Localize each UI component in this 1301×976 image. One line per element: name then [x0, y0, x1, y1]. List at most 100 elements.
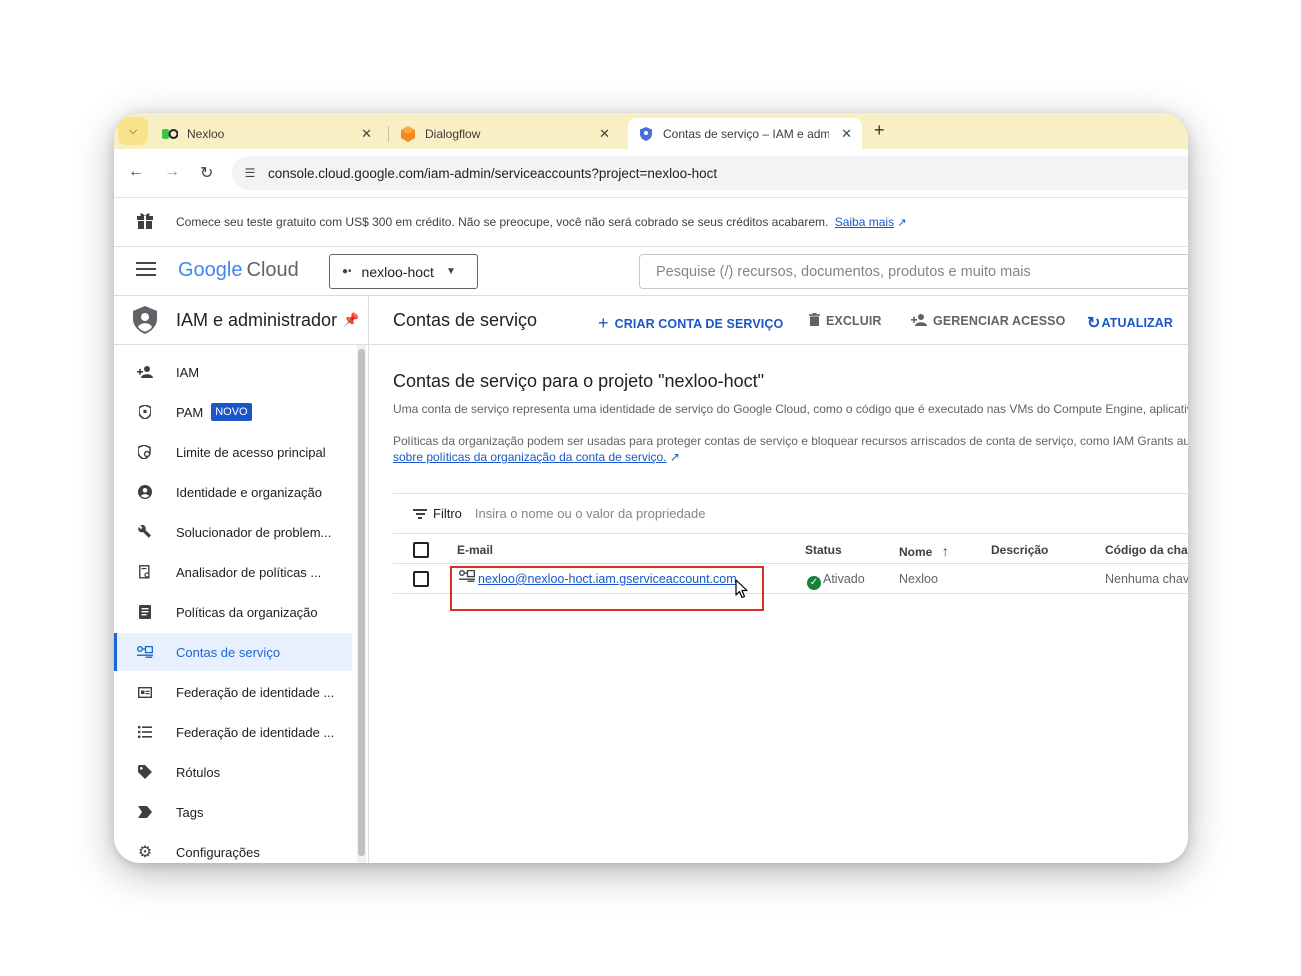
tab-nexloo[interactable]: Nexloo ✕	[158, 118, 384, 149]
trash-icon	[809, 313, 820, 329]
sidebar-item-service-accounts[interactable]: Contas de serviço	[114, 633, 352, 671]
account-circle-icon	[114, 485, 176, 499]
sidebar-nav: IAM PAM NOVO Limite de acesso principal …	[114, 345, 368, 863]
select-all-checkbox[interactable]	[413, 542, 429, 558]
site-settings-icon[interactable]: ☰	[232, 166, 268, 180]
sidebar-item-tags[interactable]: Tags	[114, 793, 352, 831]
logo-google-text: Google	[178, 259, 243, 281]
sidebar-item-label: Tags	[176, 804, 204, 820]
refresh-button[interactable]: ↻ ATUALIZAR	[1087, 313, 1173, 333]
id-card-icon	[114, 686, 176, 698]
create-service-account-button[interactable]: + CRIAR CONTA DE SERVIÇO	[598, 313, 783, 334]
service-account-icon	[114, 646, 176, 658]
sidebar-header: IAM e administrador 📌	[114, 296, 368, 345]
arrow-right-icon: →	[164, 163, 180, 180]
check-circle-icon: ✓	[807, 576, 821, 590]
plus-icon: +	[874, 120, 885, 140]
sidebar-scroll-thumb[interactable]	[358, 349, 365, 856]
tab-dialogflow[interactable]: Dialogflow ✕	[394, 118, 622, 149]
sidebar-item-settings[interactable]: ⚙ Configurações	[114, 833, 352, 863]
key-id-cell: Nenhuma chav	[1105, 572, 1188, 586]
sidebar-item-troubleshooter[interactable]: Solucionador de problem...	[114, 513, 352, 551]
menu-icon[interactable]	[136, 262, 156, 280]
reload-button[interactable]: ↻	[200, 163, 213, 183]
close-icon[interactable]: ✕	[599, 126, 610, 142]
logo-cloud-text: Cloud	[246, 259, 299, 281]
sidebar-item-label: Configurações	[176, 844, 260, 860]
gift-icon	[114, 211, 176, 234]
column-status[interactable]: Status	[805, 543, 842, 557]
forward-button[interactable]: →	[164, 163, 180, 181]
external-link-icon: ↗	[669, 450, 680, 464]
iam-shield-icon	[114, 306, 176, 334]
action-label: CRIAR CONTA DE SERVIÇO	[614, 316, 784, 331]
google-cloud-logo[interactable]: Google Cloud	[178, 259, 299, 282]
project-picker[interactable]: ●• nexloo-hoct ▼	[329, 254, 478, 289]
sidebar-item-label: Federação de identidade ...	[176, 684, 335, 700]
plus-icon: +	[598, 313, 609, 333]
sidebar-item-workload-identity-federation[interactable]: Federação de identidade ...	[114, 673, 352, 711]
person-add-icon	[911, 313, 927, 329]
banner-text: Comece seu teste gratuito com US$ 300 em…	[176, 215, 829, 229]
sidebar-item-label: IAM	[176, 364, 200, 380]
label-icon	[114, 765, 176, 779]
filter-label: Filtro	[433, 506, 462, 521]
close-icon[interactable]: ✕	[361, 126, 372, 142]
filter-input[interactable]: Insira o nome ou o valor da propriedade	[475, 506, 706, 521]
tab-title: Dialogflow	[425, 126, 481, 141]
sidebar-item-org-policies[interactable]: Políticas da organização	[114, 593, 352, 631]
sidebar-item-identity-organization[interactable]: Identidade e organização	[114, 473, 352, 511]
sidebar-item-policy-analyzer[interactable]: Analisador de políticas ...	[114, 553, 352, 591]
project-name: nexloo-hoct	[361, 263, 434, 280]
sidebar-item-label: Analisador de políticas ...	[176, 564, 322, 580]
tab-search-button[interactable]: ⌵	[118, 117, 148, 145]
row-checkbox[interactable]	[413, 571, 429, 587]
reload-icon: ↻	[200, 165, 214, 182]
pin-icon[interactable]: 📌	[343, 312, 359, 328]
shield-icon	[638, 126, 654, 142]
section-heading: Contas de serviço para o projeto "nexloo…	[393, 371, 764, 391]
column-email[interactable]: E-mail	[457, 543, 493, 557]
delete-button[interactable]: EXCLUIR	[809, 313, 882, 329]
sidebar-item-labels[interactable]: Rótulos	[114, 753, 352, 791]
sidebar-item-label: Federação de identidade ...	[176, 724, 335, 740]
filter-bar[interactable]: Filtro Insira o nome ou o valor da propr…	[393, 493, 1188, 534]
sidebar-item-label: Solucionador de problem...	[176, 524, 332, 540]
list-icon	[114, 726, 176, 738]
url-text: console.cloud.google.com/iam-admin/servi…	[268, 165, 718, 181]
manage-access-button[interactable]: GERENCIAR ACESSO	[911, 313, 1065, 329]
dialogflow-icon	[400, 125, 416, 142]
close-icon[interactable]: ✕	[841, 126, 852, 142]
page-background: ⌵ Nexloo ✕ Dialogflow ✕ Contas de serviç…	[0, 0, 1301, 976]
page-title: Contas de serviço	[393, 310, 538, 330]
back-button[interactable]: ←	[128, 163, 144, 181]
external-link-icon: ↗	[897, 217, 907, 229]
search-input[interactable]: Pesquise (/) recursos, documentos, produ…	[639, 254, 1188, 289]
page-action-bar: Contas de serviço + CRIAR CONTA DE SERVI…	[369, 296, 1188, 345]
tab-strip: ⌵ Nexloo ✕ Dialogflow ✕ Contas de serviç…	[114, 113, 1188, 149]
column-key-id[interactable]: Código da chav	[1105, 543, 1188, 557]
address-bar[interactable]: ☰ console.cloud.google.com/iam-admin/ser…	[232, 156, 1188, 190]
column-description[interactable]: Descrição	[991, 543, 1048, 557]
sidebar-item-iam[interactable]: IAM	[114, 353, 352, 391]
mouse-cursor-icon	[735, 579, 749, 604]
new-badge: NOVO	[211, 403, 252, 421]
action-label: EXCLUIR	[826, 314, 882, 328]
doc-icon	[114, 605, 176, 619]
column-name[interactable]: Nome ↑	[899, 543, 949, 559]
learn-more-link[interactable]: Saiba mais	[835, 215, 894, 229]
sidebar-item-pam[interactable]: PAM NOVO	[114, 393, 352, 431]
org-policy-link[interactable]: sobre políticas da organização da conta …	[393, 450, 667, 464]
sidebar-item-workforce-identity-federation[interactable]: Federação de identidade ...	[114, 713, 352, 751]
sidebar-item-label: Limite de acesso principal	[176, 444, 326, 460]
highlight-box	[450, 566, 764, 611]
sidebar-item-label: Políticas da organização	[176, 604, 318, 620]
sidebar-item-principal-access-boundary[interactable]: Limite de acesso principal	[114, 433, 352, 471]
sidebar-title: IAM e administrador	[176, 309, 338, 330]
tab-service-accounts[interactable]: Contas de serviço – IAM e adm ✕	[628, 118, 862, 149]
new-tab-button[interactable]: +	[874, 120, 885, 141]
arrow-left-icon: ←	[128, 163, 144, 180]
doc-search-icon	[114, 565, 176, 579]
shield-search-icon	[114, 445, 176, 459]
table-header: E-mail Status Nome ↑ Descrição Código da…	[393, 534, 1188, 564]
